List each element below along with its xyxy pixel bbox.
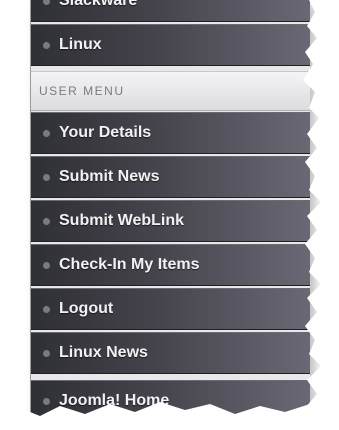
menu-item-submit-weblink[interactable]: Submit WebLink [31,200,310,242]
menu-item-linux[interactable]: Linux [31,24,310,66]
menu-item-label: Submit News [59,168,160,185]
bullet-icon [43,305,50,313]
menu-item-label: Your Details [59,124,152,141]
bullet-icon [43,217,50,225]
menu-item-submit-news[interactable]: Submit News [31,156,310,198]
menu-panel: Slackware Linux USER MENU Your Details S… [30,0,310,430]
menu-item-linux-news[interactable]: Linux News [31,332,310,374]
bullet-icon [43,261,50,269]
torn-edge-right [303,0,339,430]
menu-item-label: Linux News [59,344,148,361]
menu-item-check-in[interactable]: Check-In My Items [31,244,310,286]
section-title: USER MENU [39,84,125,98]
menu-item-logout[interactable]: Logout [31,288,310,330]
bullet-icon [43,349,50,357]
bullet-icon [43,0,50,5]
user-menu-header: USER MENU [31,71,310,111]
menu-item-label: Logout [59,300,114,317]
menu-item-label: Check-In My Items [59,256,200,273]
menu-item-label: Linux [59,36,102,53]
torn-edge-bottom [0,402,339,430]
bullet-icon [43,173,50,181]
menu-item-label: Slackware [59,0,138,9]
bullet-icon [43,129,50,137]
menu-item-label: Submit WebLink [59,212,185,229]
menu-item-your-details[interactable]: Your Details [31,112,310,154]
menu-item-slackware[interactable]: Slackware [31,0,310,22]
bullet-icon [43,41,50,49]
